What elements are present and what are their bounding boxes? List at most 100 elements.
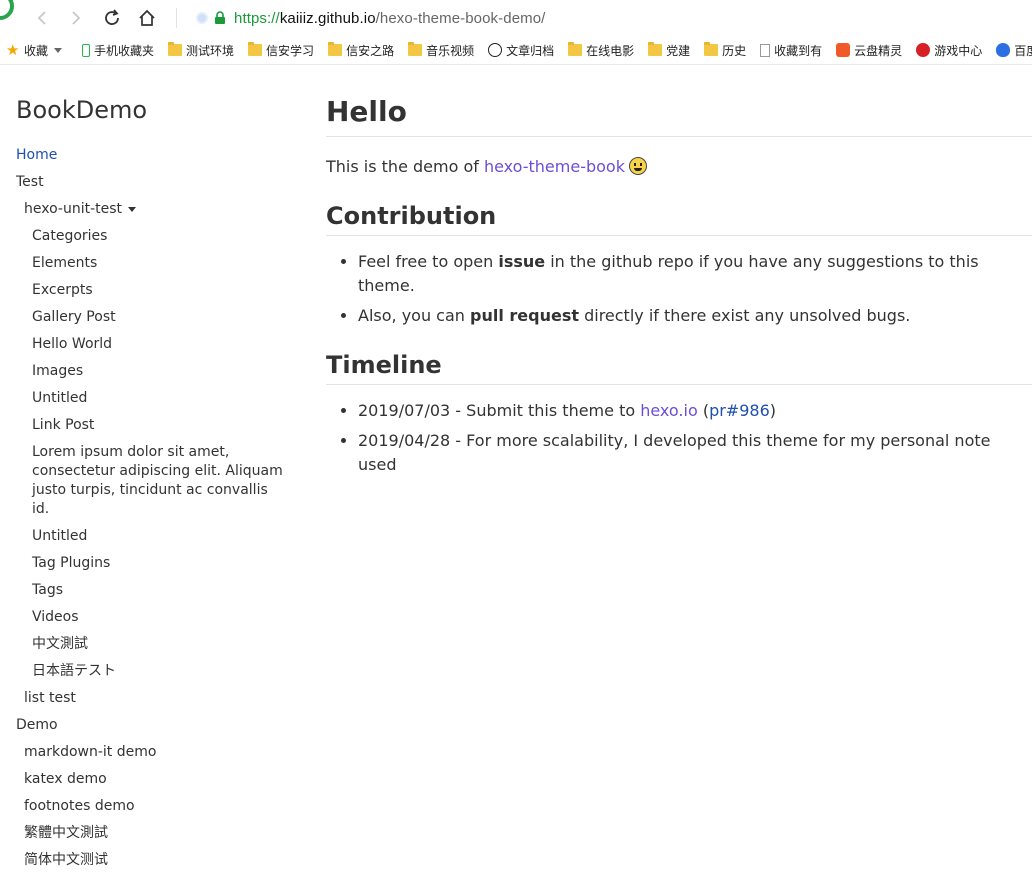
caret-down-icon[interactable] (128, 206, 137, 212)
sidebar-item-label: markdown-it demo (24, 744, 157, 760)
sidebar-item-label: 简体中文测试 (24, 852, 108, 868)
list-item: 2019/04/28 - For more scalability, I dev… (358, 429, 1032, 477)
sidebar-item-label: footnotes demo (24, 798, 135, 814)
sidebar-item-label: Link Post (32, 417, 95, 433)
sidebar-item-label: Gallery Post (32, 309, 116, 325)
sidebar-item[interactable]: Test (16, 169, 286, 196)
bookmark-label: 云盘精灵 (854, 43, 903, 58)
url-text[interactable]: https://kaiiiz.github.io/hexo-theme-book… (234, 10, 545, 27)
bookmark-item[interactable]: 在线电影 (568, 42, 634, 59)
bookmark-item[interactable]: ★ 收藏 (6, 42, 68, 59)
item-text: Feel free to open (358, 252, 499, 271)
list-item: 2019/07/03 - Submit this theme to hexo.i… (358, 399, 1032, 423)
bookmark-item[interactable]: 云盘精灵 (836, 42, 902, 59)
bookmark-item[interactable]: 手机收藏夹 (82, 42, 154, 59)
sidebar-item[interactable]: list test (16, 685, 286, 712)
sidebar-item[interactable]: Untitled (16, 523, 286, 550)
sidebar-item[interactable]: Categories (16, 223, 286, 250)
sidebar-item[interactable]: Home (16, 142, 286, 169)
bookmark-item[interactable]: 游戏中心 (916, 42, 982, 59)
smiley-icon (488, 43, 503, 57)
sidebar-item-label: Videos (32, 609, 79, 625)
reload-icon (105, 9, 119, 25)
bookmark-item[interactable]: 历史 (704, 42, 746, 59)
bookmark-label: 游戏中心 (934, 43, 983, 58)
sidebar-item[interactable]: Videos (16, 604, 286, 631)
bookmark-item[interactable]: 文章归档 (488, 42, 554, 59)
sidebar-item-label: Categories (32, 228, 108, 244)
bookmarks-bar: ★ 收藏 手机收藏夹 测试环境 信安学习 信安之路 音乐视频 文章归档 在线电影 党建 历史 收藏到有… (0, 36, 1032, 65)
bookmark-label: 信安之路 (346, 43, 395, 58)
bookmark-label: 文章归档 (506, 43, 555, 58)
sidebar-item-label: Excerpts (32, 282, 93, 298)
sidebar-item[interactable]: Untitled (16, 385, 286, 412)
folder-icon (168, 42, 183, 56)
bookmark-item[interactable]: 信安之路 (328, 42, 394, 59)
browser-logo-icon (0, 0, 14, 20)
item-text: ) (769, 401, 776, 420)
item-text: 2019/04/28 - For more scalability, I dev… (358, 431, 991, 474)
sidebar-item[interactable]: footnotes demo (16, 793, 286, 820)
sidebar-item[interactable]: Gallery Post (16, 304, 286, 331)
item-text: directly if there exist any unsolved bug… (579, 306, 911, 325)
folder-icon (248, 42, 263, 56)
bookmark-label: 手机收藏夹 (94, 43, 155, 58)
item-text: 2019/07/03 - Submit this theme to (358, 401, 641, 420)
sidebar-item[interactable]: Tags (16, 577, 286, 604)
bookmark-item[interactable]: 百度 (996, 42, 1032, 59)
sidebar-item[interactable]: 简体中文测试 (16, 847, 286, 874)
folder-icon (408, 42, 423, 56)
sidebar-item-label: Tags (32, 582, 63, 598)
bookmark-label: 党建 (666, 43, 691, 58)
bookmark-item[interactable]: 信安学习 (248, 42, 314, 59)
bookmark-item[interactable]: 党建 (648, 42, 690, 59)
sidebar-item[interactable]: 繁體中文測試 (16, 820, 286, 847)
url-path: /hexo-theme-book-demo/ (375, 9, 546, 27)
sidebar-item[interactable]: 日本語テスト (16, 658, 286, 685)
sidebar-item-label: hexo-unit-test (24, 201, 123, 217)
folder-icon (704, 42, 719, 56)
toolbar-separator (176, 8, 177, 28)
sidebar-item[interactable]: Excerpts (16, 277, 286, 304)
sidebar-item[interactable]: Hello World (16, 331, 286, 358)
sidebar-item-label: 繁體中文測試 (24, 825, 108, 841)
sidebar-item-label: Tag Plugins (32, 555, 111, 571)
sidebar-item[interactable]: Demo (16, 712, 286, 739)
back-button[interactable] (30, 6, 54, 30)
item-text: Also, you can (358, 306, 470, 325)
hexo-io-link[interactable]: hexo.io (640, 401, 698, 420)
forward-arrow-icon (72, 11, 81, 25)
sidebar-item[interactable]: 中文測試 (16, 631, 286, 658)
sidebar-item[interactable]: Link Post (16, 412, 286, 439)
issue-emphasis: issue (498, 252, 546, 271)
address-bar[interactable]: https://kaiiiz.github.io/hexo-theme-book… (190, 4, 1032, 32)
url-scheme: https:// (234, 9, 280, 27)
forward-button[interactable] (64, 6, 88, 30)
bookmark-item[interactable]: 收藏到有 (760, 42, 822, 59)
bookmark-label: 收藏到有 (774, 43, 823, 58)
sidebar-item[interactable]: katex demo (16, 766, 286, 793)
sidebar-item[interactable]: Elements (16, 250, 286, 277)
site-brand[interactable]: BookDemo (16, 92, 286, 128)
sidebar-item[interactable]: Tag Plugins (16, 550, 286, 577)
list-item: Feel free to open issue in the github re… (358, 250, 1032, 298)
sidebar-item[interactable]: Images (16, 358, 286, 385)
home-button[interactable] (135, 6, 159, 30)
intro-paragraph: This is the demo of hexo-theme-book (326, 155, 1032, 179)
bookmark-item[interactable]: 测试环境 (168, 42, 234, 59)
document-icon (760, 43, 771, 57)
sidebar-item[interactable]: markdown-it demo (16, 739, 286, 766)
sidebar-item[interactable]: Lorem ipsum dolor sit amet, consectetur … (16, 439, 286, 523)
star-icon: ★ (6, 41, 20, 59)
reload-button[interactable] (100, 6, 124, 30)
bookmark-item[interactable]: 音乐视频 (408, 42, 474, 59)
pr-986-link[interactable]: pr#986 (709, 401, 770, 420)
bookmark-label: 百度 (1014, 43, 1032, 58)
bookmark-label: 音乐视频 (426, 43, 475, 58)
sidebar-item-label: 中文測試 (32, 636, 88, 652)
sidebar-item-label: Test (16, 174, 44, 190)
hexo-theme-book-link[interactable]: hexo-theme-book (484, 157, 625, 176)
browser-toolbar: https://kaiiiz.github.io/hexo-theme-book… (0, 0, 1032, 36)
chevron-down-icon[interactable] (54, 47, 63, 53)
sidebar-item[interactable]: hexo-unit-test (16, 196, 286, 223)
